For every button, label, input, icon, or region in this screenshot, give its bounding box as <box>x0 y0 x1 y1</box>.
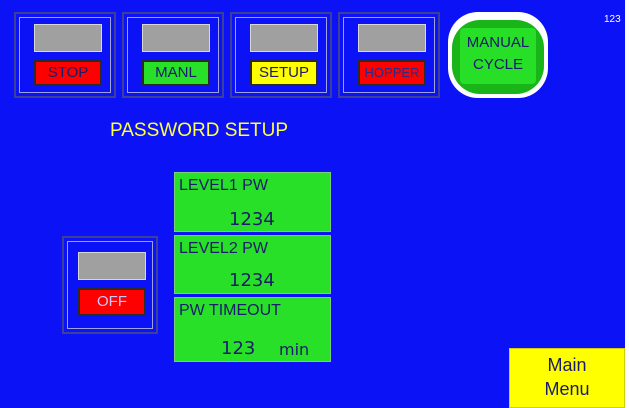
setup-indicator-lamp <box>250 24 318 52</box>
manual-mode-button[interactable]: MANL <box>122 12 224 98</box>
level1-password-field[interactable]: LEVEL1 PW 1234 <box>174 172 331 232</box>
off-indicator-lamp <box>78 252 146 280</box>
level2-password-field[interactable]: LEVEL2 PW 1234 <box>174 235 331 294</box>
manual-indicator-lamp <box>142 24 210 52</box>
timeout-caption: PW TIMEOUT <box>179 302 281 319</box>
setup-button[interactable]: SETUP <box>230 12 332 98</box>
main-menu-button[interactable]: Main Menu <box>509 348 625 408</box>
level1-caption: LEVEL1 PW <box>179 177 268 194</box>
manual-cycle-line1: MANUAL <box>466 34 530 51</box>
off-label: OFF <box>78 288 146 316</box>
manual-cycle-line2: CYCLE <box>472 56 524 73</box>
level2-value: 1234 <box>229 270 275 291</box>
setup-label: SETUP <box>250 60 318 86</box>
manual-cycle-face: MANUAL CYCLE <box>460 28 536 84</box>
hopper-button[interactable]: HOPPER <box>338 12 440 98</box>
timeout-unit: min <box>279 340 310 359</box>
hopper-label: HOPPER <box>358 60 426 86</box>
manual-label: MANL <box>142 60 210 86</box>
screen-number: 123 <box>604 14 621 25</box>
level1-value: 1234 <box>229 209 275 230</box>
password-timeout-field[interactable]: PW TIMEOUT 123 min <box>174 297 331 362</box>
off-toggle-button[interactable]: OFF <box>62 236 158 334</box>
timeout-value: 123 <box>221 338 256 359</box>
stop-button[interactable]: STOP <box>14 12 116 98</box>
stop-indicator-lamp <box>34 24 102 52</box>
level2-caption: LEVEL2 PW <box>179 240 268 257</box>
main-menu-line2: Menu <box>544 379 590 399</box>
main-menu-line1: Main <box>547 355 587 375</box>
hmi-screen: STOP MANL SETUP HOPPER MANUAL CYCLE 123 … <box>0 0 625 408</box>
hopper-indicator-lamp <box>358 24 426 52</box>
manual-cycle-button[interactable]: MANUAL CYCLE <box>448 12 548 98</box>
page-title: PASSWORD SETUP <box>110 120 289 141</box>
stop-label: STOP <box>34 60 102 86</box>
